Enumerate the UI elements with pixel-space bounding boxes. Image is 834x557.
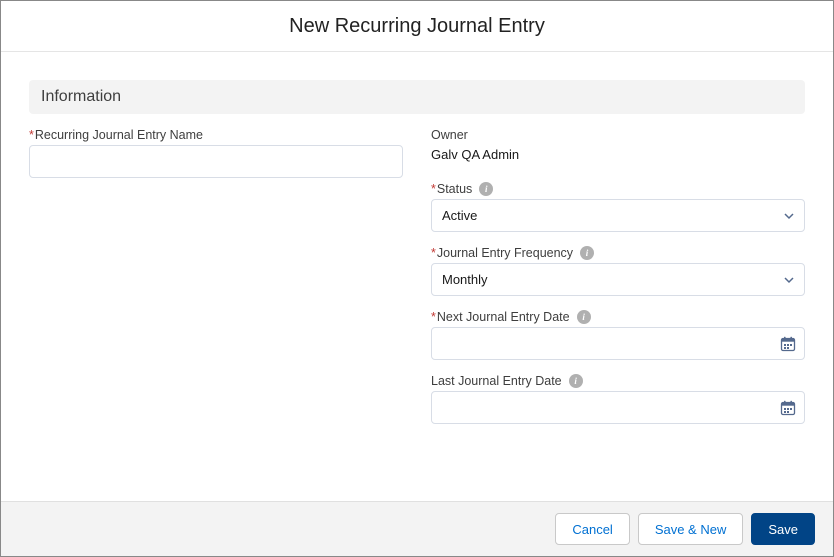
- section-information-heading: Information: [29, 80, 805, 114]
- save-and-new-button[interactable]: Save & New: [638, 513, 744, 545]
- caret-down-icon: [784, 275, 794, 285]
- last-date-input-wrapper: [431, 391, 805, 424]
- required-asterisk: *: [29, 128, 34, 142]
- next-date-label: *Next Journal Entry Date i: [431, 310, 805, 324]
- next-journal-entry-date-input[interactable]: [431, 327, 805, 360]
- status-select-value: Active: [442, 208, 477, 223]
- modal-header: New Recurring Journal Entry: [1, 1, 833, 52]
- cancel-button[interactable]: Cancel: [555, 513, 629, 545]
- form-group-owner: Owner Galv QA Admin: [431, 128, 805, 162]
- modal-footer: Cancel Save & New Save: [1, 501, 833, 556]
- form-group-frequency: *Journal Entry Frequency i Monthly: [431, 246, 805, 296]
- form-group-last-date: Last Journal Entry Date i: [431, 374, 805, 424]
- form-column-left: *Recurring Journal Entry Name: [29, 128, 403, 438]
- caret-down-icon: [784, 211, 794, 221]
- form-group-status: *Status i Active: [431, 182, 805, 232]
- status-select[interactable]: Active: [431, 199, 805, 232]
- save-button[interactable]: Save: [751, 513, 815, 545]
- frequency-select[interactable]: Monthly: [431, 263, 805, 296]
- modal-body: Information *Recurring Journal Entry Nam…: [1, 52, 833, 501]
- frequency-label: *Journal Entry Frequency i: [431, 246, 805, 260]
- owner-label: Owner: [431, 128, 805, 142]
- required-asterisk: *: [431, 182, 436, 196]
- form-column-right: Owner Galv QA Admin *Status i Active: [431, 128, 805, 438]
- info-icon[interactable]: i: [569, 374, 583, 388]
- last-journal-entry-date-input[interactable]: [431, 391, 805, 424]
- frequency-select-value: Monthly: [442, 272, 488, 287]
- modal-title: New Recurring Journal Entry: [1, 15, 833, 38]
- form-group-next-date: *Next Journal Entry Date i: [431, 310, 805, 360]
- info-icon[interactable]: i: [479, 182, 493, 196]
- form-row: *Recurring Journal Entry Name Owner Galv…: [29, 128, 805, 438]
- last-date-label: Last Journal Entry Date i: [431, 374, 805, 388]
- next-date-input-wrapper: [431, 327, 805, 360]
- new-recurring-journal-entry-modal: New Recurring Journal Entry Information …: [0, 0, 834, 557]
- required-asterisk: *: [431, 246, 436, 260]
- info-icon[interactable]: i: [577, 310, 591, 324]
- owner-value: Galv QA Admin: [431, 145, 805, 162]
- info-icon[interactable]: i: [580, 246, 594, 260]
- required-asterisk: *: [431, 310, 436, 324]
- recurring-journal-entry-name-input[interactable]: [29, 145, 403, 178]
- status-label: *Status i: [431, 182, 805, 196]
- name-label: *Recurring Journal Entry Name: [29, 128, 403, 142]
- form-group-name: *Recurring Journal Entry Name: [29, 128, 403, 178]
